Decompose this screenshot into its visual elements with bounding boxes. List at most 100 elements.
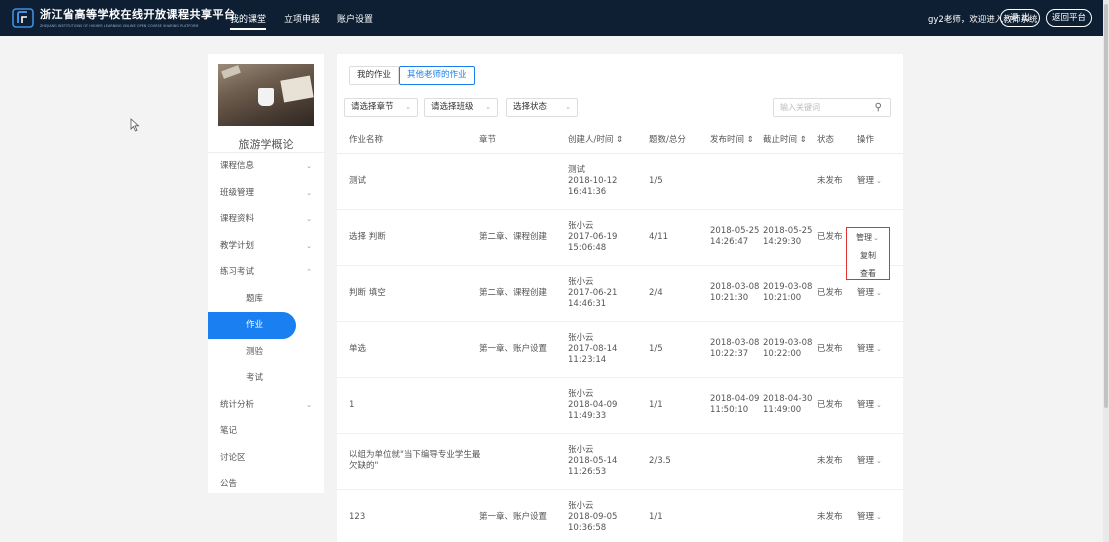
homework-creator: 张小云 2018-04-09 11:49:33 — [568, 389, 618, 421]
column-header-deadline[interactable]: 截止时间 ⇕ — [763, 133, 807, 145]
homework-question-count: 4/11 — [649, 232, 669, 242]
sidebar-item-label: 统计分析 — [220, 399, 255, 410]
logout-button[interactable]: 退 出 — [1000, 9, 1040, 27]
homework-question-count: 1/1 — [649, 400, 663, 410]
chevron-down-icon: ⌄ — [876, 401, 882, 409]
chevron-down-icon: ⌄ — [876, 289, 882, 297]
tab-other-teachers-homework[interactable]: 其他老师的作业 — [399, 66, 475, 85]
manage-dropdown-toggle[interactable]: 管理⌄ — [856, 232, 879, 243]
status-select[interactable]: 选择状态 ⌄ — [506, 98, 578, 117]
deadline-time: 2019-03-08 10:21:00 — [763, 282, 813, 303]
manage-dropdown[interactable]: 管理 ⌄ — [857, 512, 882, 523]
sidebar-item-notes[interactable]: 笔记 — [208, 418, 324, 445]
sidebar-item-label: 课程资料 — [220, 214, 255, 224]
homework-name: 1 — [349, 400, 355, 410]
chevron-down-icon: ⌄ — [876, 457, 882, 465]
chapter-select-value: 请选择章节 — [351, 102, 394, 112]
chevron-down-icon: ⌄ — [485, 103, 491, 111]
chevron-down-icon: ⌄ — [876, 513, 882, 521]
homework-creator: 张小云 2018-09-05 10:36:58 — [568, 501, 618, 533]
class-select-value: 请选择班级 — [431, 102, 474, 112]
class-select[interactable]: 请选择班级 ⌄ — [424, 98, 498, 117]
chevron-down-icon: ⌄ — [306, 215, 312, 223]
nav-project-application[interactable]: 立项申报 — [284, 12, 320, 25]
menu-item-view[interactable]: 查看 — [860, 268, 876, 279]
chapter-select[interactable]: 请选择章节 ⌄ — [344, 98, 418, 117]
sidebar-item-class-management[interactable]: 班级管理 ⌄ — [208, 180, 324, 207]
homework-creator: 张小云 2017-06-19 15:06:48 — [568, 221, 618, 253]
deadline-time: 2019-03-08 10:22:00 — [763, 338, 813, 359]
homework-creator: 测试 2018-10-12 16:41:36 — [568, 165, 618, 197]
manage-dropdown[interactable]: 管理 ⌄ — [857, 176, 882, 187]
return-platform-button[interactable]: 返回平台 — [1046, 9, 1092, 27]
homework-creator: 张小云 2017-06-21 14:46:31 — [568, 277, 618, 309]
sidebar-item-homework[interactable]: 作业 — [208, 312, 296, 339]
manage-dropdown[interactable]: 管理 ⌄ — [857, 344, 882, 355]
sidebar-item-course-materials[interactable]: 课程资料 ⌄ — [208, 206, 324, 233]
sidebar-item-label: 测验 — [246, 346, 264, 357]
sidebar-item-course-info[interactable]: 课程信息 ⌄ — [208, 153, 324, 180]
sidebar-item-label: 作业 — [246, 320, 264, 330]
platform-logo-icon — [12, 8, 34, 28]
chevron-down-icon: ⌄ — [876, 345, 882, 353]
homework-name: 单选 — [349, 344, 367, 354]
table-row: 1 张小云 2018-04-09 11:49:33 1/1 2018-04-09 11… — [337, 378, 903, 434]
homework-chapter: 第一章、账户设置 — [479, 512, 548, 522]
homework-name: 123 — [349, 512, 366, 522]
search-icon[interactable]: ⚲ — [875, 99, 882, 116]
column-header-chapter: 章节 — [479, 135, 497, 145]
manage-dropdown[interactable]: 管理 ⌄ — [857, 456, 882, 467]
sidebar-item-question-bank[interactable]: 题库 — [208, 286, 324, 313]
chevron-down-icon: ⌄ — [306, 400, 312, 409]
sidebar-item-practice-exams[interactable]: 练习考试 ⌃ — [208, 259, 324, 286]
sidebar-item-label: 课程信息 — [220, 161, 255, 171]
homework-name: 判断 填空 — [349, 288, 386, 298]
homework-question-count: 1/1 — [649, 512, 663, 522]
homework-creator: 张小云 2017-08-14 11:23:14 — [568, 333, 618, 365]
sidebar-item-statistics[interactable]: 统计分析 ⌄ — [208, 392, 324, 419]
homework-chapter: 第一章、账户设置 — [479, 344, 548, 354]
manage-dropdown[interactable]: 管理 ⌄ — [857, 288, 882, 299]
sidebar-item-label: 笔记 — [220, 426, 238, 436]
publish-time: 2018-04-09 11:50:10 — [710, 394, 760, 415]
status-text: 未发布 — [817, 512, 843, 522]
menu-item-copy[interactable]: 复制 — [860, 250, 876, 261]
homework-question-count: 1/5 — [649, 176, 663, 186]
homework-name: 测试 — [349, 176, 367, 186]
publish-time: 2018-03-08 10:22:37 — [710, 338, 760, 359]
sidebar-item-exam[interactable]: 考试 — [208, 365, 324, 392]
page-scrollbar[interactable] — [1103, 0, 1109, 542]
deadline-time: 2018-05-25 14:29:30 — [763, 226, 813, 247]
manage-dropdown[interactable]: 管理 ⌄ — [857, 400, 882, 411]
course-name: 旅游学概论 — [238, 138, 294, 151]
brand-title: 浙江省高等学校在线开放课程共享平台 — [40, 8, 236, 21]
tab-my-homework[interactable]: 我的作业 — [349, 66, 400, 85]
chevron-up-icon: ⌃ — [306, 268, 312, 276]
status-text: 已发布 — [817, 232, 843, 242]
status-text: 未发布 — [817, 456, 843, 466]
sidebar-item-discussion[interactable]: 讨论区 — [208, 445, 324, 472]
homework-question-count: 2/3.5 — [649, 456, 671, 466]
sidebar-item-quiz[interactable]: 测验 — [208, 339, 324, 366]
nav-my-classroom[interactable]: 我的课堂 — [230, 12, 267, 30]
column-header-creator-time[interactable]: 创建人/时间 ⇕ — [568, 133, 623, 145]
sidebar-item-announcements[interactable]: 公告 — [208, 471, 324, 498]
table-row: 选择 判断 第二章、课程创建 张小云 2017-06-19 15:06:48 4/1… — [337, 210, 903, 266]
column-header-publish-time[interactable]: 发布时间 ⇕ — [710, 133, 754, 145]
status-text: 已发布 — [817, 400, 843, 410]
course-cover-image — [218, 64, 314, 126]
search-input[interactable]: 输入关键词 ⚲ — [773, 98, 891, 117]
column-header-actions: 操作 — [857, 135, 875, 145]
table-row: 测试 测试 2018-10-12 16:41:36 1/5 未发布 管理 ⌄ — [337, 154, 903, 210]
brand[interactable]: 浙江省高等学校在线开放课程共享平台 ZHEJIANG INSTITUTIONS … — [40, 6, 236, 28]
chevron-down-icon: ⌄ — [306, 188, 312, 197]
sidebar-item-teaching-plan[interactable]: 教学计划 ⌄ — [208, 233, 324, 260]
chevron-down-icon: ⌄ — [306, 162, 312, 170]
nav-account-settings[interactable]: 账户设置 — [337, 12, 373, 25]
chevron-down-icon: ⌄ — [873, 234, 879, 242]
sidebar-item-label: 题库 — [246, 293, 264, 304]
sidebar-item-label: 练习考试 — [220, 267, 255, 277]
scrollbar-thumb[interactable] — [1104, 4, 1108, 408]
column-header-name: 作业名称 — [349, 135, 384, 145]
homework-creator: 张小云 2018-05-14 11:26:53 — [568, 445, 618, 477]
